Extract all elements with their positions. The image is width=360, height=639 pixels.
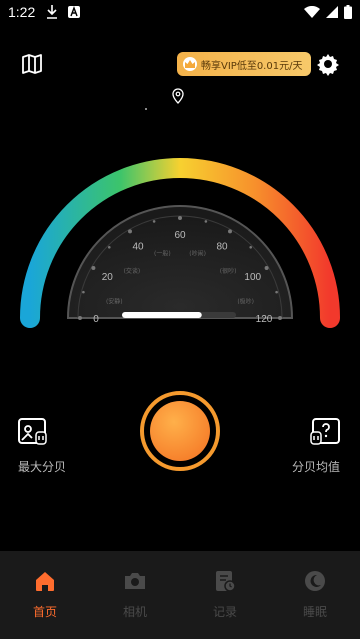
gauge-needle-fill	[122, 312, 202, 318]
nav-record-label: 记录	[212, 605, 237, 619]
nav-sleep-label: 睡眠	[302, 605, 327, 619]
gauge-tick-mark	[228, 229, 232, 234]
download-icon	[47, 5, 57, 19]
crown-icon	[183, 57, 197, 71]
location-pin-icon	[172, 88, 184, 104]
a-badge-icon	[68, 6, 80, 18]
status-bar: 1:22	[0, 0, 360, 24]
gauge-sub-label: (极吵)	[237, 297, 254, 305]
gauge-tick-mark	[278, 316, 282, 320]
home-icon	[36, 572, 54, 591]
nav-home[interactable]: 首页	[10, 569, 80, 620]
top-bar: 畅享VIP低至0.01元/天	[0, 48, 360, 82]
gauge-tick-mark	[128, 229, 132, 234]
status-time: 1:22	[8, 4, 36, 20]
decibel-gauge: 0 20 40 60 80 100 120 (安静) (交谈) (一般) (吵闹) (很吵) (极吵)	[20, 158, 340, 328]
record-button[interactable]	[140, 391, 220, 471]
avg-decibel-icon	[310, 418, 340, 445]
record-icon	[216, 571, 236, 592]
gauge-tick-mark	[91, 266, 96, 270]
gear-icon[interactable]	[316, 52, 340, 76]
gauge-sub-label: (安静)	[106, 297, 123, 305]
gauge-tick-mark	[78, 316, 82, 320]
gauge-dial	[66, 205, 294, 319]
camera-icon	[125, 573, 145, 589]
gauge-tick-mark	[204, 220, 208, 223]
max-decibel-label: 最大分贝	[18, 460, 67, 474]
gauge-sub-label: (很吵)	[220, 267, 237, 275]
gauge-sub-label: (吵闹)	[189, 249, 206, 257]
nav-camera[interactable]: 相机	[100, 569, 170, 620]
signal-icon	[326, 6, 338, 18]
gauge-sub-label: (一般)	[154, 249, 171, 257]
vip-banner-button[interactable]: 畅享VIP低至0.01元/天	[177, 52, 311, 76]
max-decibel-icon	[18, 418, 47, 445]
nav-home-label: 首页	[32, 605, 57, 619]
map-icon[interactable]	[20, 52, 44, 76]
nav-camera-label: 相机	[122, 605, 147, 619]
gauge-tick-label: 60	[174, 230, 186, 241]
max-decibel-stat[interactable]: 最大分贝	[18, 418, 66, 475]
gauge-tick-label: 80	[216, 241, 228, 252]
gauge-tick-mark	[249, 245, 253, 249]
gauge-tick-mark	[275, 290, 278, 294]
bottom-nav: 首页 相机 记录 睡眠	[0, 551, 360, 639]
gauge-tick-label: 120	[256, 314, 273, 325]
gauge-tick-mark	[82, 290, 85, 294]
gauge-tick-mark	[152, 220, 156, 223]
moon-icon	[305, 571, 325, 591]
avg-decibel-label: 分贝均值	[291, 460, 340, 474]
gauge-tick-mark	[107, 245, 111, 249]
gauge-tick-label: 20	[102, 272, 114, 283]
nav-sleep[interactable]: 睡眠	[280, 569, 350, 620]
avg-decibel-stat[interactable]: 分贝均值	[292, 418, 340, 475]
gauge-sub-label: (交谈)	[124, 267, 141, 275]
gauge-tick-label: 100	[244, 272, 261, 283]
record-button-core	[150, 401, 210, 461]
gauge-tick-mark	[178, 216, 182, 220]
gauge-tick-label: 0	[93, 314, 99, 325]
indicator-dot	[145, 108, 147, 110]
gauge-tick-mark	[264, 266, 269, 270]
nav-record[interactable]: 记录	[190, 569, 260, 620]
gauge-tick-label: 40	[132, 241, 144, 252]
battery-icon	[344, 5, 352, 19]
vip-text: 畅享VIP低至0.01元/天	[201, 60, 303, 72]
wifi-icon	[304, 6, 320, 18]
